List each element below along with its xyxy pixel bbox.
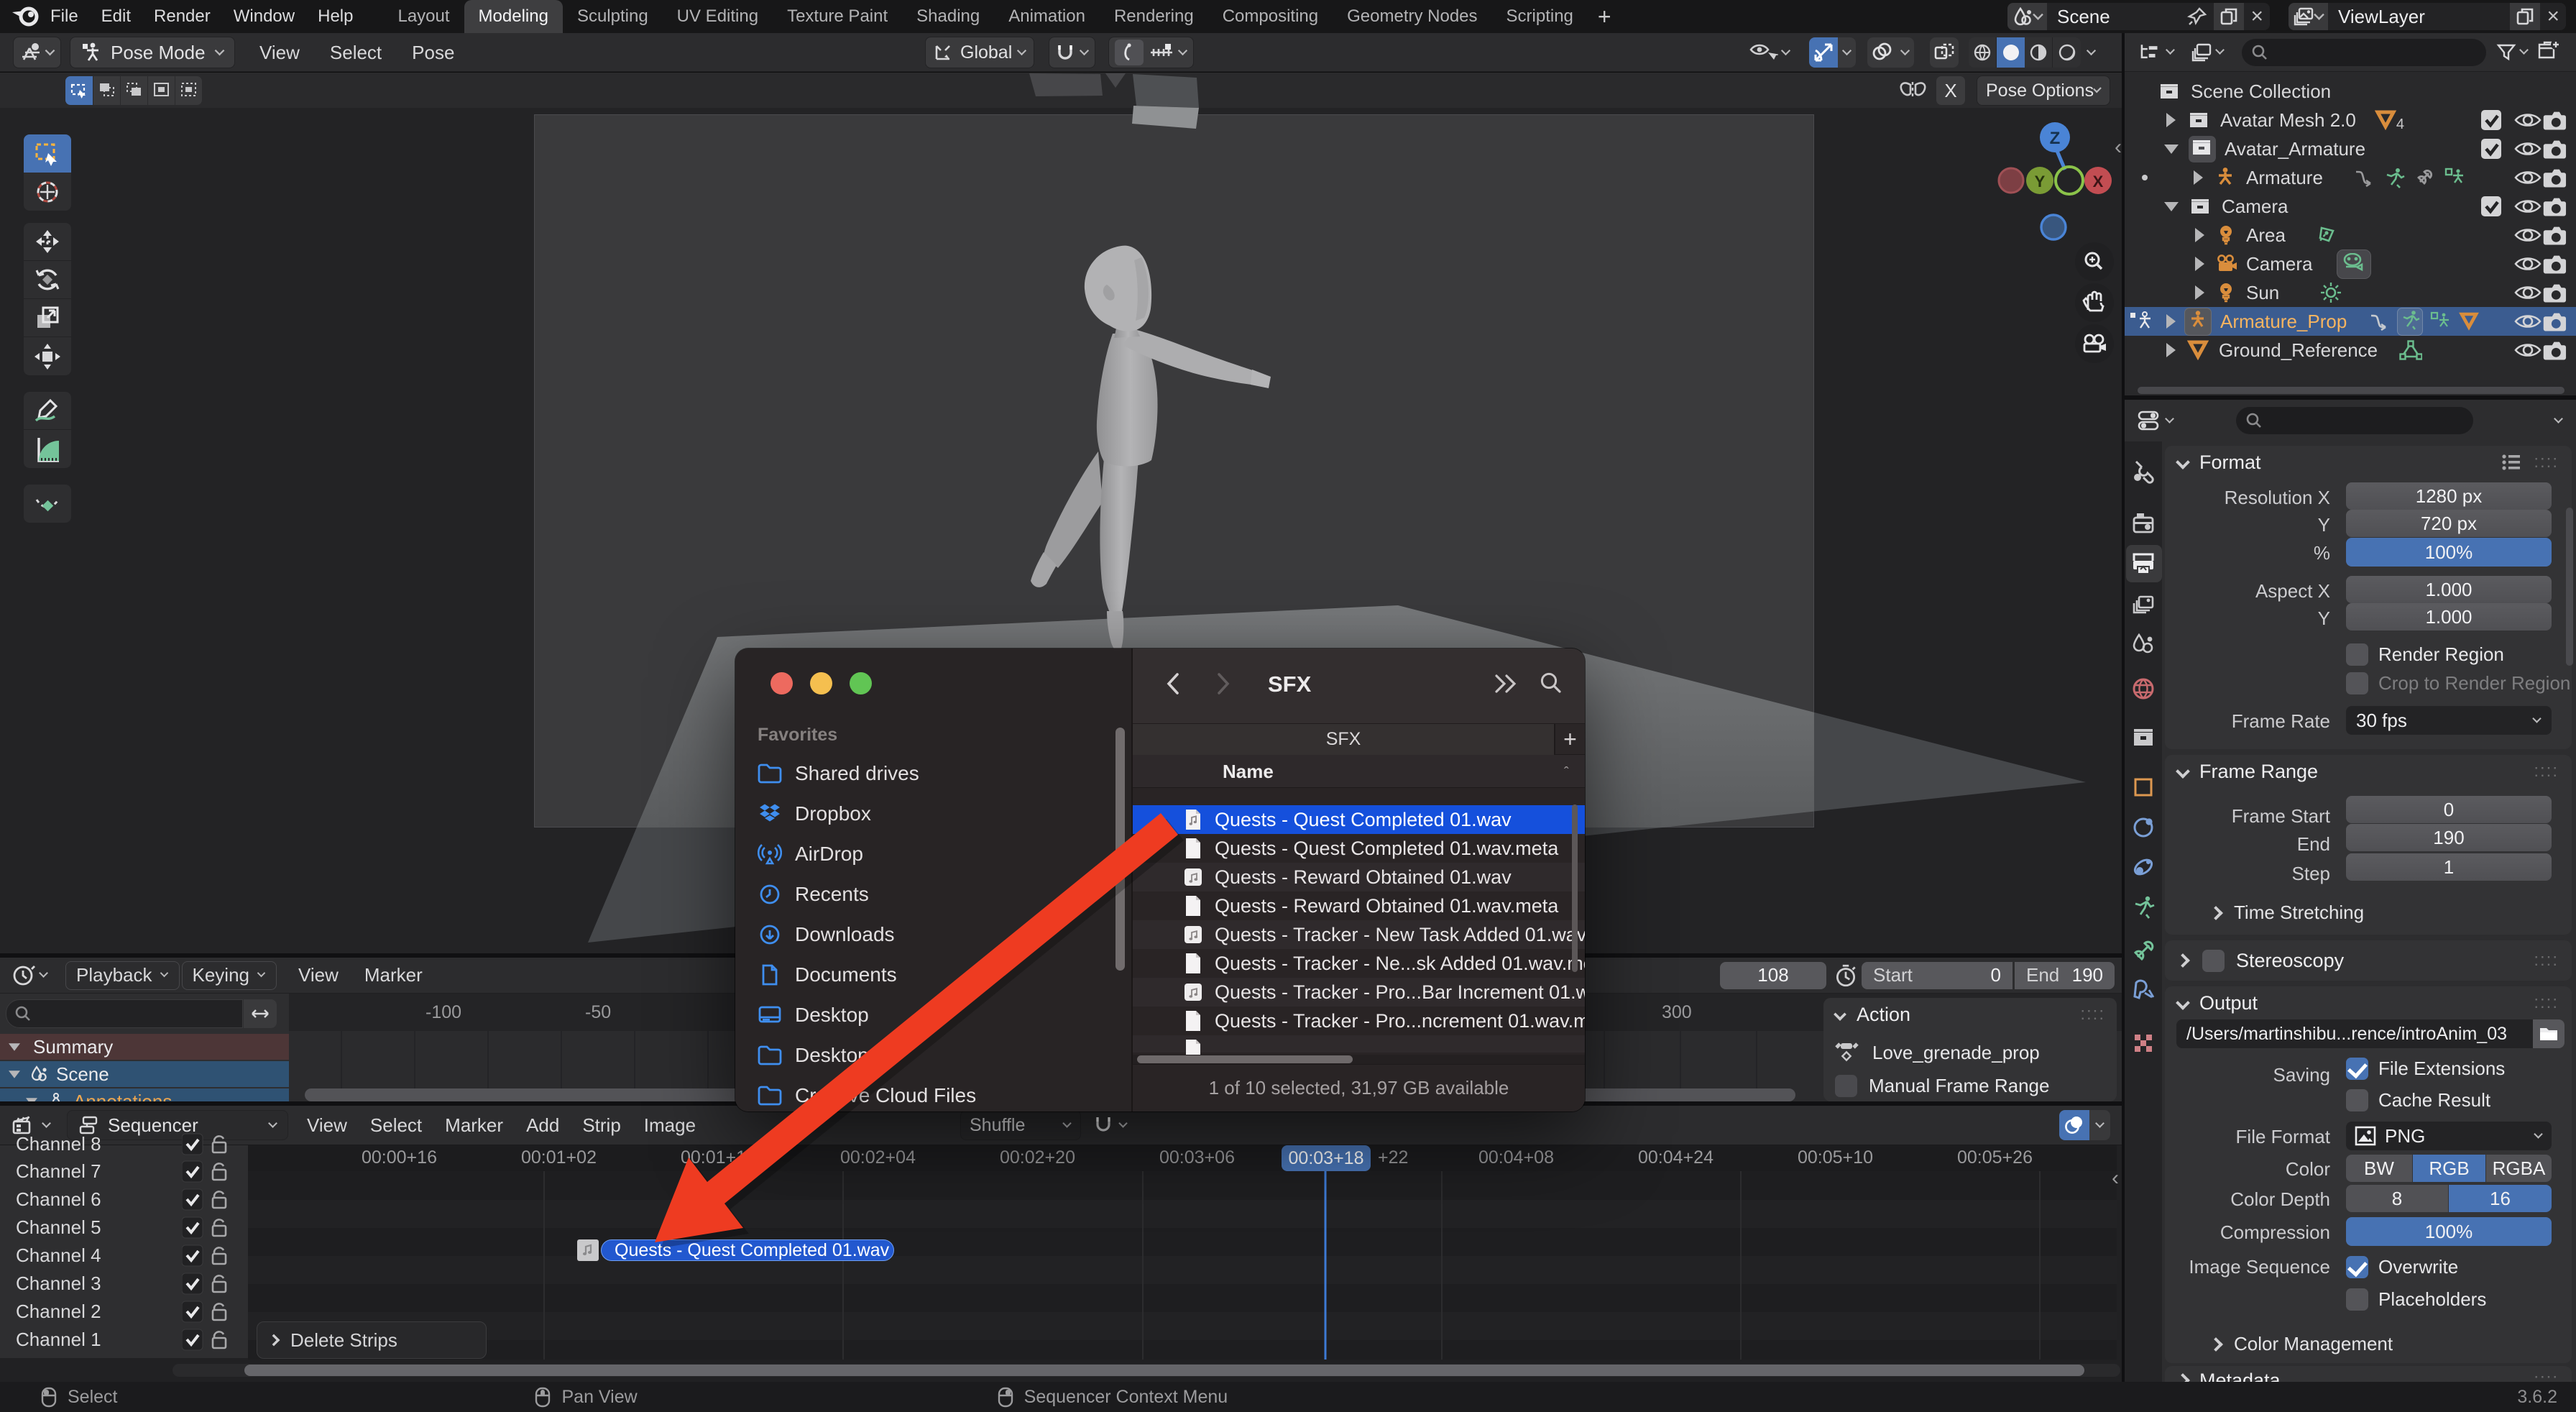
svg-text:X: X (2093, 173, 2104, 191)
svg-text:Y: Y (2035, 173, 2046, 191)
svg-text:Z: Z (2050, 129, 2061, 148)
